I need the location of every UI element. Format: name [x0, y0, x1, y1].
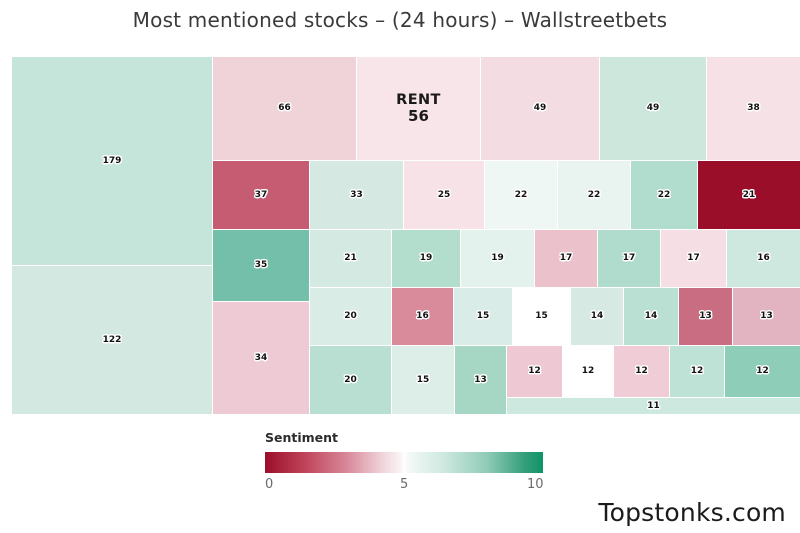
tile-value-label: 20 — [344, 311, 357, 322]
treemap-tile[interactable]: 11 — [507, 398, 800, 414]
treemap-tile[interactable]: 13 — [679, 288, 732, 345]
treemap-tile[interactable]: 35 — [213, 230, 309, 301]
treemap-tile[interactable]: 179 — [12, 57, 212, 265]
tile-value-label: 37 — [254, 189, 268, 200]
tile-value-label: 22 — [657, 189, 671, 200]
tile-value-label: 22 — [587, 189, 601, 200]
treemap-tile[interactable]: 12 — [507, 346, 562, 397]
tile-value-label: 14 — [644, 311, 658, 322]
tile-value-label: 56 — [408, 107, 429, 126]
tile-ticker-label: RENT — [396, 91, 441, 108]
treemap-tile[interactable]: 16 — [392, 288, 453, 345]
tile-value-label: 21 — [742, 189, 756, 200]
treemap-tile[interactable]: 21 — [698, 161, 800, 229]
tile-value-label: 13 — [760, 311, 773, 322]
tile-value-label: 17 — [622, 253, 636, 264]
treemap-tile[interactable]: 37 — [213, 161, 309, 229]
treemap-tile[interactable]: 12 — [563, 346, 613, 397]
treemap-tile[interactable]: 12 — [614, 346, 669, 397]
tile-value-label: 49 — [533, 103, 547, 114]
treemap-tile[interactable]: 14 — [571, 288, 623, 345]
tile-value-label: 33 — [350, 189, 363, 200]
treemap-tile[interactable]: 19 — [392, 230, 460, 287]
page-title: Most mentioned stocks – (24 hours) – Wal… — [132, 8, 668, 32]
tile-value-label: 16 — [757, 253, 770, 264]
treemap-tile[interactable]: 21 — [310, 230, 391, 287]
legend-colorbar — [265, 452, 543, 473]
treemap-plot: 179 122 66 RENT 56 49 49 38 37 33 25 22 22 22 21 35 21 19… — [12, 57, 800, 414]
treemap-tile[interactable]: 15 — [513, 288, 570, 345]
tile-value-label: 22 — [514, 189, 528, 200]
treemap-tile[interactable]: 20 — [310, 346, 391, 414]
treemap-tile[interactable]: 66 — [213, 57, 356, 160]
tile-value-label: 12 — [528, 366, 541, 377]
treemap-tile[interactable]: 15 — [454, 288, 512, 345]
tile-value-label: 17 — [559, 253, 573, 264]
treemap-tile[interactable]: 19 — [461, 230, 534, 287]
tile-value-label: 12 — [581, 366, 595, 377]
legend-tick-labels: 0 5 10 — [265, 477, 545, 495]
treemap-tile[interactable]: 49 — [600, 57, 706, 160]
legend-title: Sentiment — [265, 430, 339, 445]
treemap-tile[interactable]: 12 — [725, 346, 800, 397]
treemap-tile[interactable]: 22 — [485, 161, 557, 229]
treemap-tile[interactable]: 15 — [392, 346, 454, 414]
tile-value-label: 38 — [747, 103, 760, 114]
tile-value-label: 19 — [419, 253, 433, 264]
treemap-tile[interactable]: 49 — [481, 57, 599, 160]
treemap-tile[interactable]: 22 — [631, 161, 697, 229]
treemap-tile[interactable]: 20 — [310, 288, 391, 345]
treemap-tile[interactable]: 13 — [455, 346, 506, 414]
treemap-tile[interactable]: 25 — [404, 161, 484, 229]
tile-value-label: 12 — [635, 366, 648, 377]
treemap-tile[interactable]: 12 — [670, 346, 724, 397]
tile-value-label: 25 — [437, 189, 451, 200]
tile-value-label: 12 — [756, 366, 769, 377]
treemap-tile[interactable]: 14 — [624, 288, 678, 345]
tile-value-label: 35 — [254, 260, 268, 271]
tile-value-label: 19 — [491, 253, 504, 264]
tile-value-label: 15 — [476, 311, 490, 322]
legend-tick-0: 0 — [265, 477, 274, 492]
tile-value-label: 179 — [102, 155, 122, 166]
legend-tick-10: 10 — [527, 477, 544, 492]
tile-value-label: 14 — [590, 311, 604, 322]
tile-value-label: 15 — [535, 311, 548, 322]
tile-value-label: 15 — [416, 374, 430, 385]
tile-value-label: 17 — [687, 253, 700, 264]
tile-value-label: 122 — [102, 334, 122, 345]
tile-value-label: 20 — [344, 374, 357, 385]
treemap-tile[interactable]: 16 — [727, 230, 800, 287]
treemap-tile[interactable]: 17 — [661, 230, 726, 287]
treemap-tile[interactable]: 34 — [213, 302, 309, 414]
tile-value-label: 16 — [416, 311, 429, 322]
legend: Sentiment 0 5 10 — [265, 430, 545, 495]
tile-value-label: 34 — [254, 352, 268, 363]
treemap-tile[interactable]: 33 — [310, 161, 403, 229]
tile-value-label: 21 — [344, 253, 357, 264]
tile-value-label: 49 — [646, 103, 660, 114]
tile-value-label: 11 — [647, 400, 660, 411]
treemap-tile[interactable]: RENT 56 — [357, 57, 480, 160]
treemap-tile[interactable]: 122 — [12, 266, 212, 414]
tile-value-label: 12 — [690, 366, 704, 377]
watermark: Topstonks.com — [598, 498, 786, 527]
treemap-tile[interactable]: 13 — [733, 288, 800, 345]
treemap-tile[interactable]: 17 — [598, 230, 660, 287]
tile-value-label: 13 — [474, 374, 487, 385]
tile-value-label: 66 — [278, 103, 291, 114]
treemap-tile[interactable]: 38 — [707, 57, 800, 160]
treemap-tile[interactable]: 22 — [558, 161, 630, 229]
tile-value-label: 13 — [699, 311, 712, 322]
treemap-tile[interactable]: 17 — [535, 230, 597, 287]
legend-tick-5: 5 — [400, 477, 409, 492]
